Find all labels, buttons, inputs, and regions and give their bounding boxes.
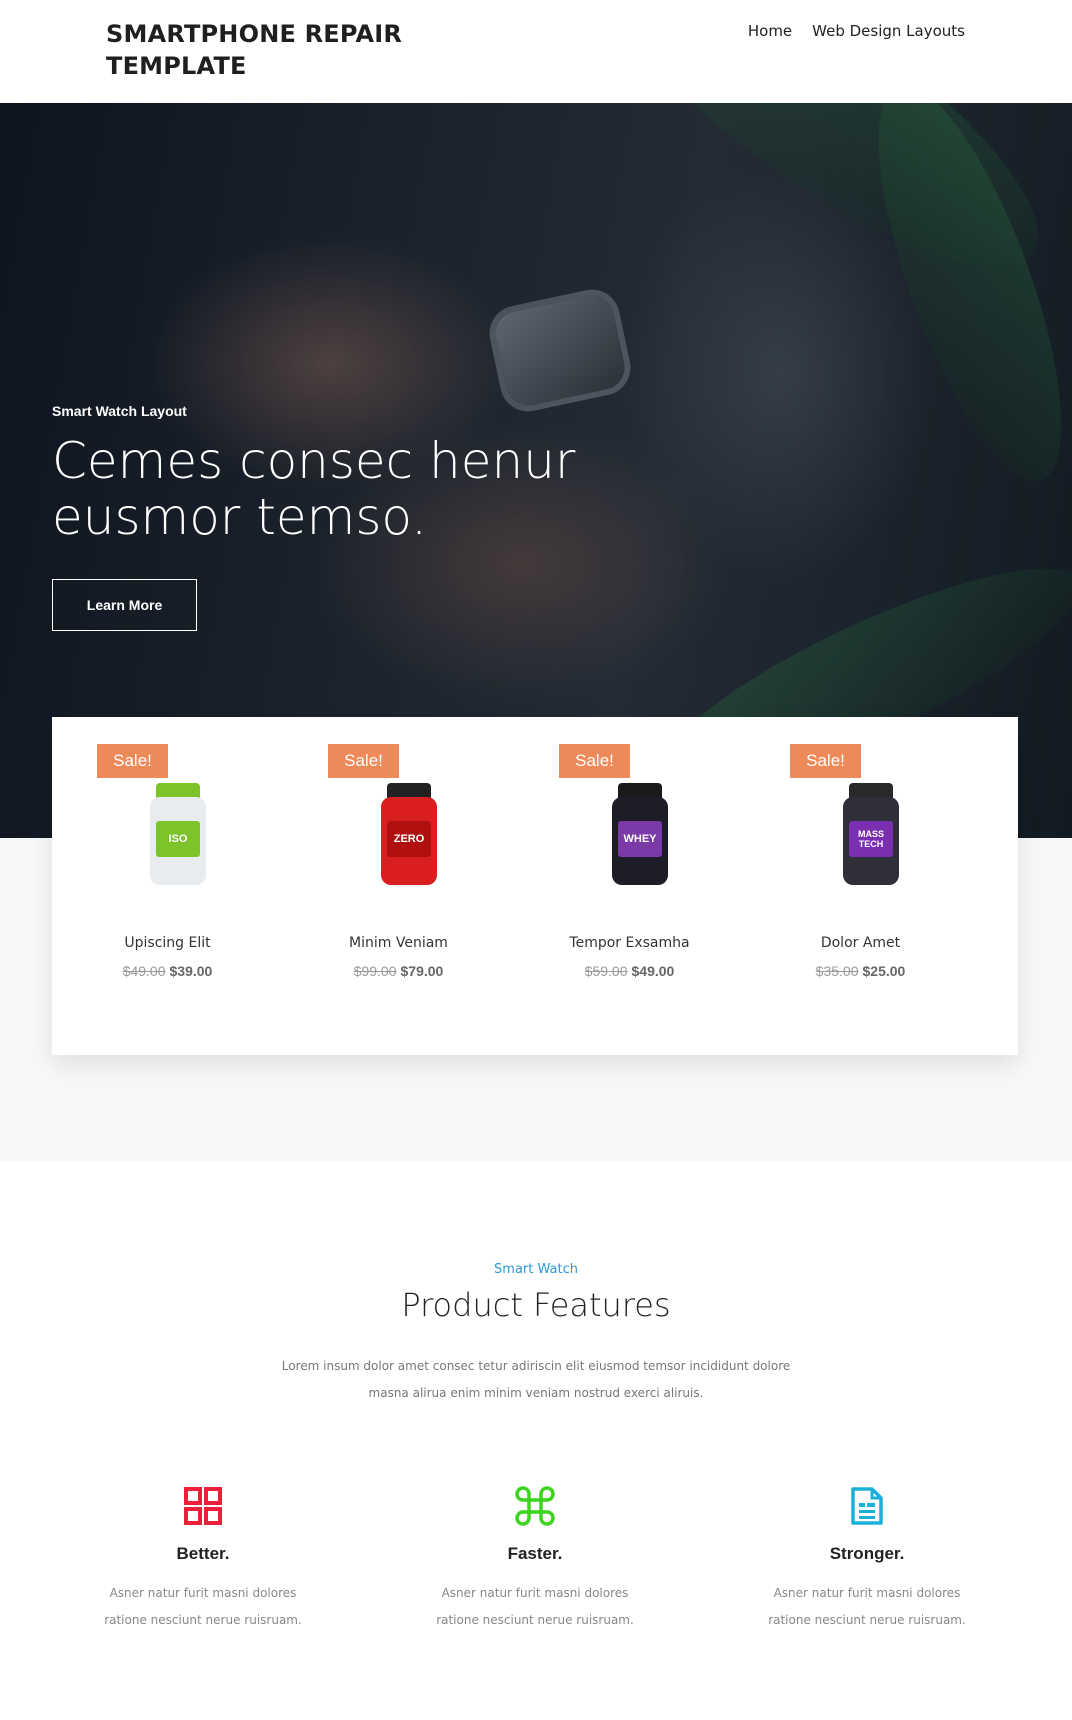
features-description: Lorem insum dolor amet consec tetur adir… (281, 1359, 791, 1400)
product-old-price: $49.00 (122, 963, 166, 979)
feature-item: Better. Asner natur furit masni dolores … (53, 1486, 353, 1634)
product-card[interactable]: Sale! MASS TECH Dolor Amet $35.00 $25.00 (745, 717, 976, 1055)
product-name[interactable]: Minim Veniam (283, 935, 514, 951)
product-old-price: $99.00 (353, 963, 397, 979)
product-image[interactable]: MASS TECH (843, 783, 899, 885)
grid-icon (183, 1486, 223, 1526)
nav-link-web-design-layouts[interactable]: Web Design Layouts (812, 22, 965, 40)
product-image[interactable]: WHEY (612, 783, 668, 885)
features-eyebrow: Smart Watch (494, 1262, 578, 1277)
product-name[interactable]: Upiscing Elit (52, 935, 283, 951)
product-card[interactable]: Sale! ZERO Minim Veniam $99.00 $79.00 (283, 717, 514, 1055)
product-image[interactable]: ZERO (381, 783, 437, 885)
feature-item: Stronger. Asner natur furit masni dolore… (717, 1486, 1017, 1634)
product-bottle-label: WHEY (618, 821, 662, 857)
feature-description: Asner natur furit masni dolores ratione … (436, 1586, 634, 1627)
feature-title: Faster. (507, 1544, 563, 1563)
product-old-price: $35.00 (815, 963, 859, 979)
hero-eyebrow: Smart Watch Layout (52, 403, 187, 419)
product-price: $49.00 $39.00 (52, 963, 283, 979)
feature-title: Stronger. (829, 1544, 905, 1563)
feature-title: Better. (176, 1544, 230, 1563)
hero-watch-image (491, 291, 629, 410)
product-old-price: $59.00 (584, 963, 628, 979)
product-price: $35.00 $25.00 (745, 963, 976, 979)
hero-title: Cemes consec henur eusmor temso. (52, 432, 576, 546)
sale-badge: Sale! (97, 744, 168, 778)
product-sale-price: $39.00 (169, 963, 213, 979)
feature-description: Asner natur furit masni dolores ratione … (104, 1586, 302, 1627)
product-sale-price: $79.00 (400, 963, 444, 979)
nav-link-home[interactable]: Home (748, 22, 792, 40)
site-brand[interactable]: SMARTPHONE REPAIR TEMPLATE (106, 18, 446, 82)
sale-badge: Sale! (790, 744, 861, 778)
product-bottle-label: ZERO (387, 821, 431, 857)
product-price: $59.00 $49.00 (514, 963, 745, 979)
product-card[interactable]: Sale! WHEY Tempor Exsamha $59.00 $49.00 (514, 717, 745, 1055)
product-name[interactable]: Dolor Amet (745, 935, 976, 951)
product-name[interactable]: Tempor Exsamha (514, 935, 745, 951)
main-nav: Home Web Design Layouts (748, 22, 965, 40)
product-bottle-label: MASS TECH (849, 821, 893, 857)
features-title: Product Features (401, 1286, 671, 1324)
product-bottle-label: ISO (156, 821, 200, 857)
products-card: Sale! ISO Upiscing Elit $49.00 $39.00 Sal… (52, 717, 1018, 1055)
product-price: $99.00 $79.00 (283, 963, 514, 979)
product-image[interactable]: ISO (150, 783, 206, 885)
product-card[interactable]: Sale! ISO Upiscing Elit $49.00 $39.00 (52, 717, 283, 1055)
document-icon (847, 1486, 887, 1526)
sale-badge: Sale! (328, 744, 399, 778)
product-sale-price: $49.00 (631, 963, 675, 979)
learn-more-button[interactable]: Learn More (52, 579, 197, 631)
feature-description: Asner natur furit masni dolores ratione … (768, 1586, 966, 1627)
command-icon (515, 1486, 555, 1526)
sale-badge: Sale! (559, 744, 630, 778)
site-header: SMARTPHONE REPAIR TEMPLATE Home Web Desi… (0, 0, 1072, 103)
product-sale-price: $25.00 (862, 963, 906, 979)
feature-item: Faster. Asner natur furit masni dolores … (385, 1486, 685, 1634)
